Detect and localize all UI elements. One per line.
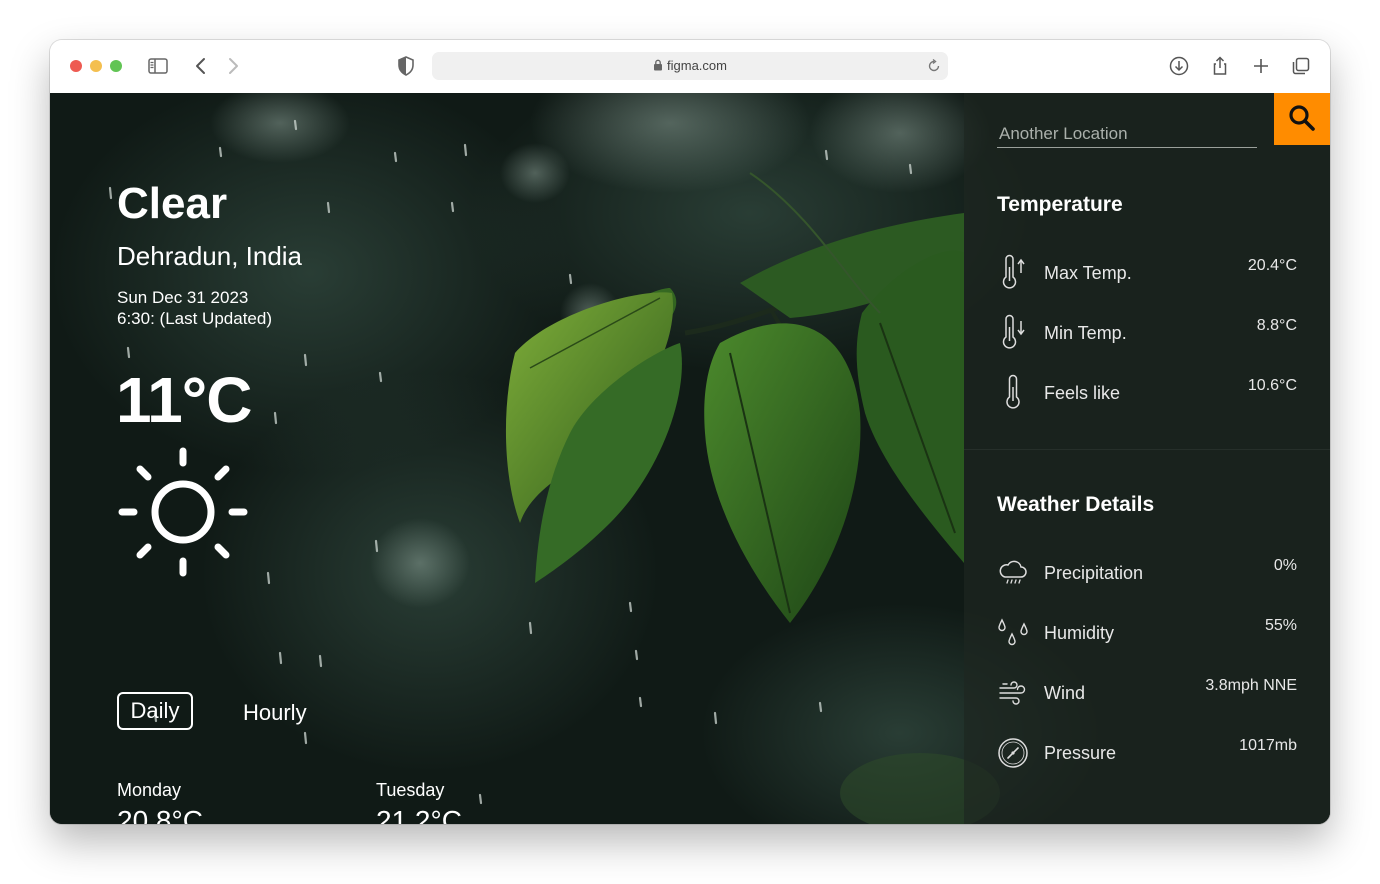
max-temp-label: Max Temp. <box>1044 263 1132 283</box>
precipitation-label: Precipitation <box>1044 563 1144 583</box>
browser-toolbar: figma.com <box>50 40 1330 94</box>
cloud-rain-icon <box>999 560 1027 584</box>
location-name: Dehradun, India <box>117 241 303 271</box>
humidity-label: Humidity <box>1044 623 1115 643</box>
section-divider <box>964 449 1330 450</box>
tab-overview-icon[interactable] <box>1289 54 1313 78</box>
reload-icon[interactable] <box>926 58 942 74</box>
pressure-value: 1017mb <box>1239 737 1297 754</box>
forecast-day-monday[interactable]: Monday 20.8°C <box>117 780 203 824</box>
lock-icon <box>654 59 663 71</box>
current-weather: Clear Dehradun, India Sun Dec 31 2023 6:… <box>50 93 964 824</box>
zoom-window-button[interactable] <box>110 60 122 72</box>
min-temp-label: Min Temp. <box>1044 323 1127 343</box>
current-date: Sun Dec 31 2023 <box>117 288 249 307</box>
feels-like-label: Feels like <box>1044 383 1121 403</box>
forecast-day-temp: 20.8°C <box>117 805 203 824</box>
weather-details-title: Weather Details <box>997 493 1155 516</box>
privacy-shield-icon[interactable] <box>394 54 418 78</box>
max-temp-value: 20.4°C <box>1247 257 1297 274</box>
close-window-button[interactable] <box>70 60 82 72</box>
thermometer-icon <box>1006 374 1020 409</box>
details-panel: Temperature Max Temp. 20.4°C <box>964 93 1330 824</box>
max-temp-row: Max Temp. 20.4°C <box>997 253 1297 293</box>
search-button[interactable] <box>1274 93 1330 145</box>
tab-hourly[interactable]: Hourly <box>243 694 307 732</box>
feels-like-value: 10.6°C <box>1247 377 1297 394</box>
forecast-day-tuesday[interactable]: Tuesday 21.2°C <box>376 780 462 824</box>
location-search-input[interactable] <box>997 121 1257 148</box>
gauge-icon <box>998 738 1028 768</box>
new-tab-icon[interactable] <box>1249 54 1273 78</box>
thermometer-up-icon <box>1002 254 1025 289</box>
address-url: figma.com <box>667 58 727 73</box>
wind-icon <box>999 681 1026 705</box>
wind-label: Wind <box>1044 683 1086 703</box>
wind-row: Wind 3.8mph NNE <box>997 673 1297 713</box>
pressure-row: Pressure 1017mb <box>997 733 1297 773</box>
forecast-day-temp: 21.2°C <box>376 805 462 824</box>
forward-icon[interactable] <box>221 54 245 78</box>
downloads-icon[interactable] <box>1167 54 1191 78</box>
search-icon <box>1289 105 1315 131</box>
share-icon[interactable] <box>1208 54 1232 78</box>
thermometer-down-icon <box>1002 314 1025 349</box>
precipitation-value: 0% <box>1273 557 1297 574</box>
temperature-section-title: Temperature <box>997 193 1123 216</box>
droplets-icon <box>998 618 1028 646</box>
address-bar[interactable]: figma.com <box>432 52 948 80</box>
sun-icon <box>118 447 248 577</box>
humidity-value: 55% <box>1264 617 1297 634</box>
sidebar-toggle-icon[interactable] <box>146 54 170 78</box>
weather-condition: Clear <box>117 179 228 228</box>
minimize-window-button[interactable] <box>90 60 102 72</box>
humidity-row: Humidity 55% <box>997 613 1297 653</box>
min-temp-row: Min Temp. 8.8°C <box>997 313 1297 353</box>
pressure-label: Pressure <box>1044 743 1117 763</box>
feels-like-row: Feels like 10.6°C <box>997 373 1297 413</box>
tab-daily[interactable]: Daily <box>117 692 193 730</box>
current-temperature: 11°C <box>116 364 252 436</box>
last-updated: 6:30: (Last Updated) <box>117 309 272 328</box>
weather-app: Clear Dehradun, India Sun Dec 31 2023 6:… <box>50 93 1330 824</box>
address-text-wrapper: figma.com <box>432 58 948 73</box>
wind-value: 3.8mph NNE <box>1205 677 1297 694</box>
back-icon[interactable] <box>189 54 213 78</box>
forecast-day-name: Monday <box>117 780 182 800</box>
min-temp-value: 8.8°C <box>1256 317 1297 334</box>
forecast-day-name: Tuesday <box>376 780 445 800</box>
precipitation-row: Precipitation 0% <box>997 553 1297 593</box>
browser-window: figma.com Clear Dehradun, India Sun Dec … <box>50 40 1330 824</box>
